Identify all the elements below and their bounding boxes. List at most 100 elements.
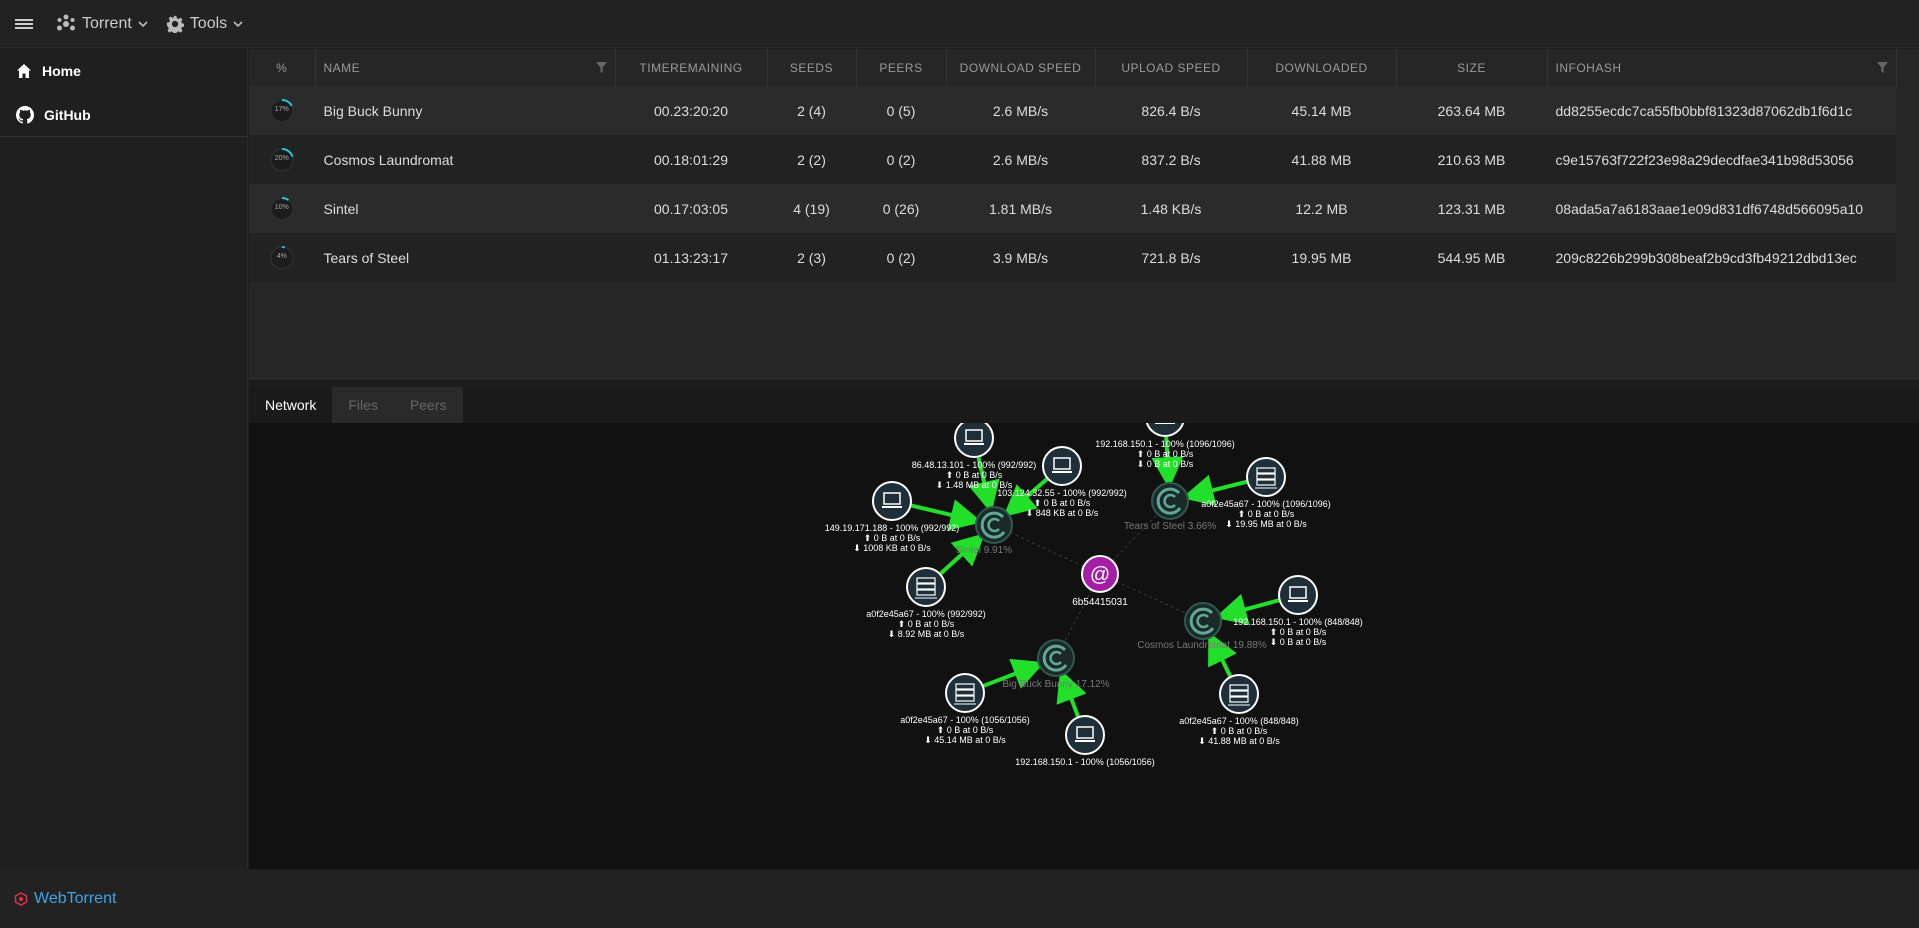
main-area: % NAME TIMEREMAINING SEEDS PEERS DOWNLOA… (249, 49, 1919, 869)
col-name-label: NAME (323, 60, 361, 75)
peer-node (945, 673, 985, 713)
chevron-down-icon (138, 20, 148, 27)
peer-label: a0f2e45a67 - 100% (1096/1096) (1201, 499, 1331, 509)
peer-label: ⬆ 0 B at 0 B/s (1270, 627, 1327, 637)
tab-network[interactable]: Network (249, 387, 333, 423)
filter-icon[interactable] (1876, 62, 1888, 73)
cell-seeds: 2 (3) (767, 233, 856, 282)
cell-hash: c9e15763f722f23e98a29decdfae341b98d53056 (1547, 135, 1896, 184)
cell-up: 837.2 B/s (1095, 135, 1247, 184)
table-row[interactable]: 4% Tears of Steel 01.13:23:17 2 (3) 0 (2) 3.9… (249, 233, 1896, 282)
sidebar-item-label: Home (42, 63, 81, 79)
tab-files[interactable]: Files (332, 387, 394, 423)
tab-peers[interactable]: Peers (393, 387, 463, 423)
cell-downloaded: 19.95 MB (1247, 233, 1396, 282)
peer-label: 192.168.150.1 - 100% (848/848) (1233, 617, 1363, 627)
sidebar-item-label: GitHub (44, 106, 91, 123)
progress-label: 10% (274, 203, 289, 211)
peer-label: ⬇ 41.88 MB at 0 B/s (1198, 736, 1280, 746)
at-icon: @ (1090, 564, 1110, 586)
peer-label: ⬆ 0 B at 0 B/s (1137, 449, 1194, 459)
torrent-menu-label: Torrent (82, 14, 132, 32)
col-size[interactable]: SIZE (1396, 49, 1548, 86)
sidebar: Home GitHub (0, 49, 248, 869)
cell-size: 210.63 MB (1396, 135, 1547, 184)
cell-time: 00.17:03:05 (615, 184, 767, 233)
panel-splitter[interactable] (249, 379, 1919, 387)
cell-down: 2.6 MB/s (946, 86, 1095, 135)
cell-progress: 17% (249, 86, 315, 135)
table-row[interactable]: 10% Sintel 00.17:03:05 4 (19) 0 (26) 1.81 MB/… (249, 184, 1896, 233)
sidebar-item-github[interactable]: GitHub (0, 93, 247, 137)
col-downloaded[interactable]: DOWNLOADED (1247, 49, 1397, 86)
github-icon (16, 105, 34, 124)
cell-name: Big Buck Bunny (315, 86, 615, 135)
menu-icon[interactable] (0, 0, 48, 48)
chevron-down-icon (233, 20, 243, 27)
table-row[interactable]: 20% Cosmos Laundromat 00.18:01:29 2 (2) 0 (2… (249, 135, 1896, 184)
peer-label: a0f2e45a67 - 100% (1056/1056) (900, 715, 1030, 725)
cell-downloaded: 41.88 MB (1247, 135, 1396, 184)
footer-brand-link[interactable]: WebTorrent (34, 890, 116, 908)
peer-label: ⬇ 848 KB at 0 B/s (1026, 508, 1099, 518)
home-icon (17, 64, 31, 78)
cell-peers: 0 (5) (856, 86, 946, 135)
cell-hash: 08ada5a7a6183aae1e09d831df6748d566095a10 (1547, 184, 1896, 233)
cell-seeds: 4 (19) (767, 184, 856, 233)
progress-label: 4% (276, 252, 287, 260)
table-row[interactable]: 17% Big Buck Bunny 00.23:20:20 2 (4) 0 (5) 2.… (249, 86, 1896, 135)
cell-size: 263.64 MB (1396, 86, 1547, 135)
progress-label: 20% (274, 154, 289, 162)
network-graph-canvas[interactable]: Sintel 9.91% Tears of Steel 3.66% Cosmos L… (249, 423, 1919, 869)
footer: WebTorrent (0, 870, 1919, 928)
torrent-label: Cosmos Laundromat 19.88% (1137, 640, 1267, 651)
peer-label: ⬇ 0 B at 0 B/s (1270, 637, 1327, 647)
col-infohash[interactable]: INFOHASH (1547, 49, 1897, 86)
table-header: % NAME TIMEREMAINING SEEDS PEERS DOWNLOA… (249, 49, 1897, 86)
col-name[interactable]: NAME (315, 49, 616, 86)
col-upload-speed[interactable]: UPLOAD SPEED (1095, 49, 1248, 86)
torrent-table-container: % NAME TIMEREMAINING SEEDS PEERS DOWNLOA… (249, 49, 1919, 379)
tools-menu[interactable]: Tools (166, 0, 243, 48)
cell-downloaded: 45.14 MB (1247, 86, 1396, 135)
peer-label: a0f2e45a67 - 100% (848/848) (1179, 716, 1299, 726)
peer-label: ⬆ 0 B at 0 B/s (1211, 726, 1268, 736)
tools-menu-label: Tools (189, 14, 228, 32)
peer-label: ⬇ 0 B at 0 B/s (1137, 459, 1194, 469)
peer-edge (1181, 474, 1248, 506)
cell-up: 1.48 KB/s (1095, 184, 1247, 233)
col-peers[interactable]: PEERS (856, 49, 947, 86)
cell-seeds: 2 (4) (767, 86, 856, 135)
cell-hash: dd8255ecdc7ca55fb0bbf81323d87062db1f6d1c (1547, 86, 1896, 135)
cell-peers: 0 (2) (856, 233, 946, 282)
peer-label: 192.168.150.1 - 100% (1056/1056) (1015, 757, 1155, 767)
sidebar-item-home[interactable]: Home (0, 49, 247, 93)
peer-label: ⬇ 45.14 MB at 0 B/s (924, 735, 1006, 745)
peer-node (1065, 715, 1105, 755)
torrent-label: Big Buck Bunny 17.12% (1002, 679, 1109, 690)
col-timeremaining[interactable]: TIMEREMAINING (615, 49, 768, 86)
cell-progress: 4% (249, 233, 315, 282)
torrent-menu[interactable]: Torrent (56, 0, 148, 48)
detail-tabs: Network Files Peers (249, 387, 1919, 423)
peer-label: ⬆ 0 B at 0 B/s (864, 533, 921, 543)
col-seeds[interactable]: SEEDS (767, 49, 857, 86)
cell-size: 544.95 MB (1396, 233, 1547, 282)
top-bar: Torrent Tools (0, 0, 1919, 48)
filter-icon[interactable] (595, 62, 607, 73)
peer-label: ⬆ 0 B at 0 B/s (898, 619, 955, 629)
cell-down: 3.9 MB/s (946, 233, 1095, 282)
cell-name: Sintel (315, 184, 615, 233)
col-progress[interactable]: % (249, 49, 316, 86)
torrent-table: % NAME TIMEREMAINING SEEDS PEERS DOWNLOA… (249, 49, 1897, 282)
peer-node (1278, 575, 1318, 615)
torrent-label: Tears of Steel 3.66% (1124, 521, 1216, 532)
network-graph[interactable]: Sintel 9.91% Tears of Steel 3.66% Cosmos L… (249, 423, 1919, 869)
col-download-speed[interactable]: DOWNLOAD SPEED (946, 49, 1096, 86)
cell-hash: 209c8226b299b308beaf2b9cd3fb49212dbd13ec (1547, 233, 1896, 282)
progress-label: 17% (274, 105, 289, 113)
cell-up: 826.4 B/s (1095, 86, 1247, 135)
peer-label: 192.168.150.1 - 100% (1096/1096) (1095, 439, 1235, 449)
cell-time: 00.18:01:29 (615, 135, 767, 184)
torrent-label: Sintel 9.91% (956, 545, 1012, 556)
